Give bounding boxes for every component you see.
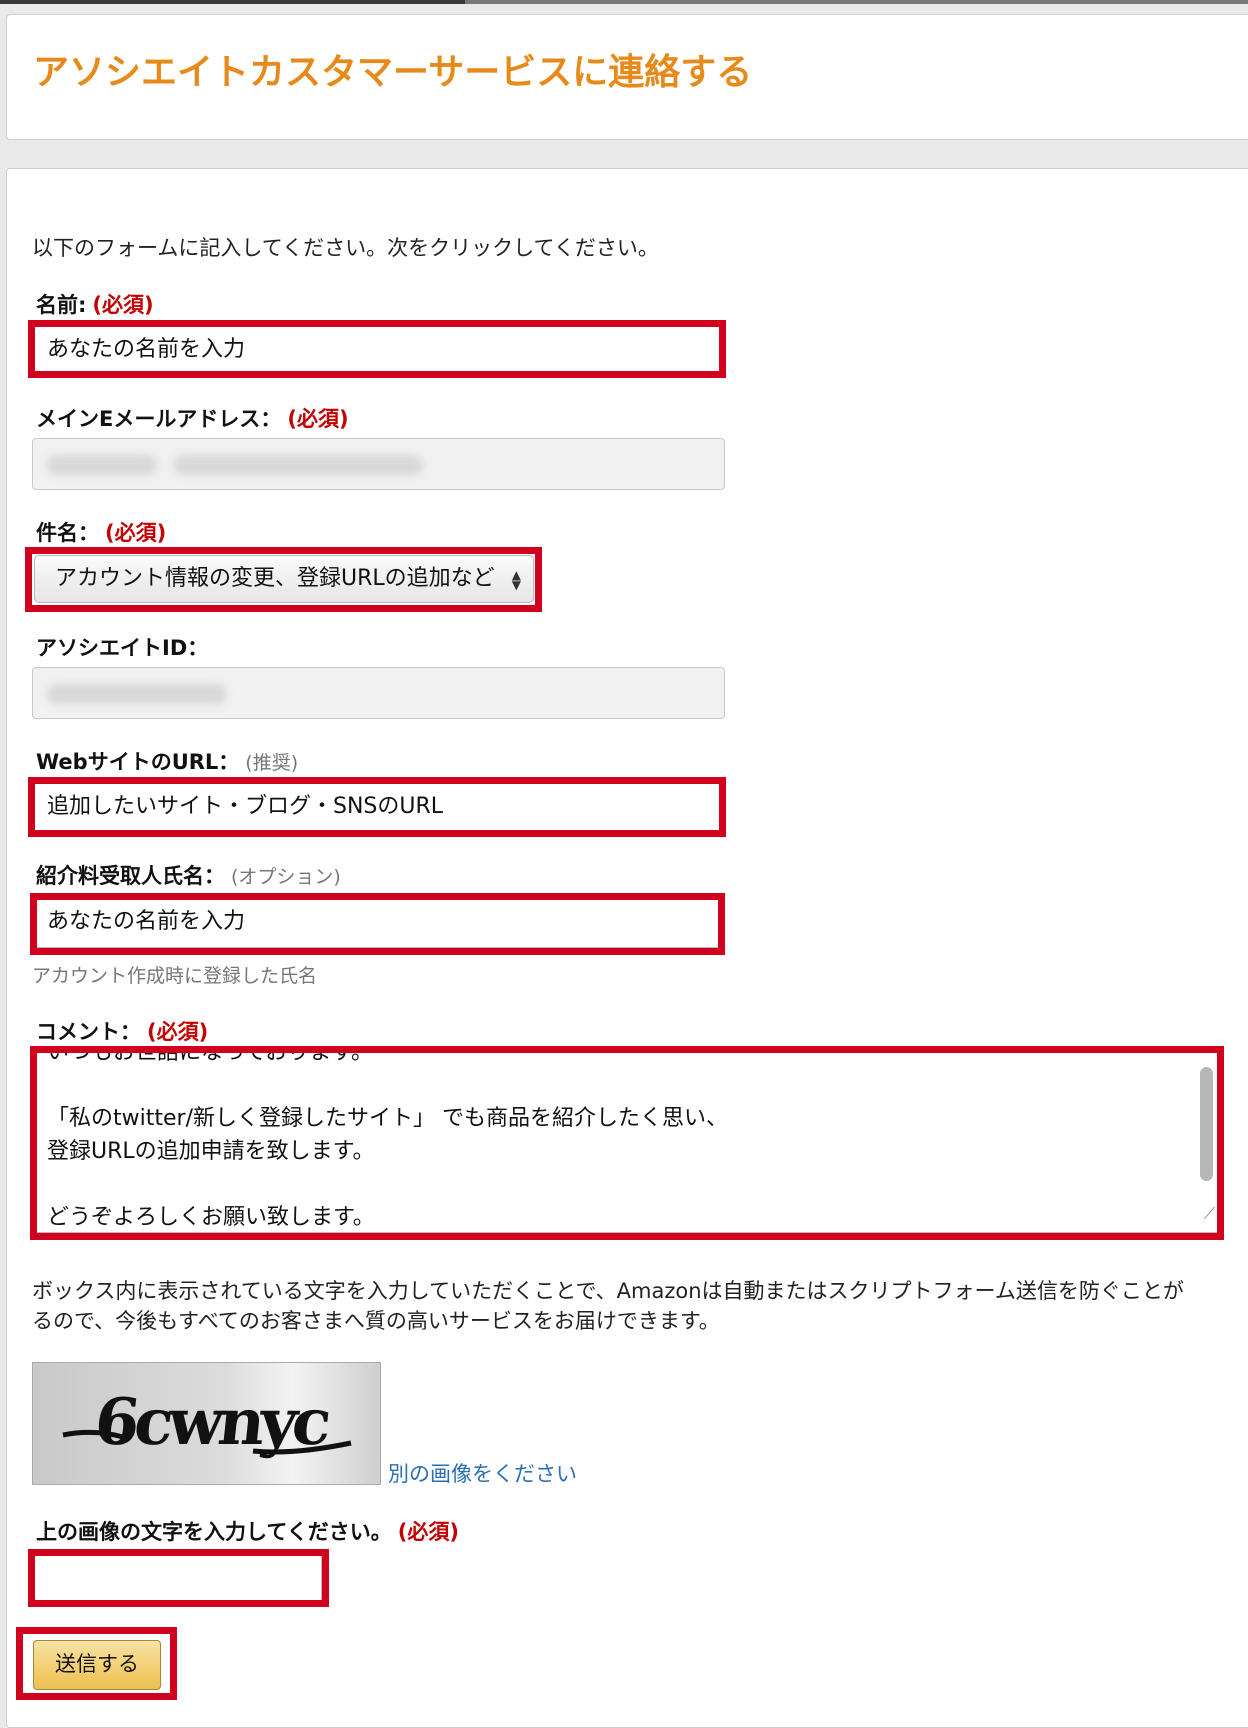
website-url-highlight xyxy=(28,777,726,837)
captcha-description-line1: ボックス内に表示されている文字を入力していただくことで、Amazonは自動または… xyxy=(32,1279,1184,1303)
email-required-mark: (必須) xyxy=(287,407,349,431)
name-required-mark: (必須) xyxy=(92,293,154,317)
payee-label: 紹介料受取人氏名： (オプション) xyxy=(36,860,341,890)
payee-name-highlight xyxy=(30,893,725,955)
website-recommended-note: (推奨) xyxy=(245,752,299,774)
captcha-text: 6cwnyc xyxy=(91,1385,331,1460)
payee-label-text: 紹介料受取人氏名： xyxy=(36,864,225,888)
captcha-input-label: 上の画像の文字を入力してください。 (必須) xyxy=(36,1516,459,1546)
captcha-required-mark: (必須) xyxy=(397,1520,459,1544)
captcha-input-label-text: 上の画像の文字を入力してください。 xyxy=(36,1520,392,1544)
website-label: WebサイトのURL： (推奨) xyxy=(36,746,298,776)
captcha-refresh-link[interactable]: 別の画像をください xyxy=(388,1458,577,1488)
subject-label-text: 件名： xyxy=(36,521,99,545)
redacted-blur xyxy=(173,455,423,475)
associate-id-input[interactable] xyxy=(32,667,725,719)
captcha-description-line2: るので、今後もすべてのお客さまへ質の高いサービスをお届けできます。 xyxy=(32,1309,720,1333)
website-label-text: WebサイトのURL： xyxy=(36,750,240,774)
email-input[interactable] xyxy=(32,438,725,490)
comment-label-text: コメント： xyxy=(36,1020,141,1044)
name-label: 名前: (必須) xyxy=(36,289,154,319)
page-title: アソシエイトカスタマーサービスに連絡する xyxy=(33,52,753,93)
subject-required-mark: (必須) xyxy=(105,521,167,545)
email-label-text: メインEメールアドレス： xyxy=(36,407,282,431)
name-input-highlight xyxy=(28,320,726,378)
browser-top-bar xyxy=(0,0,1248,4)
form-intro: 以下のフォームに記入してください。次をクリックしてください。 xyxy=(32,236,659,260)
browser-top-bar-segment xyxy=(465,0,1248,4)
redacted-blur xyxy=(47,684,227,704)
email-label: メインEメールアドレス： (必須) xyxy=(36,403,349,433)
redacted-blur xyxy=(47,455,157,475)
subject-label: 件名： (必須) xyxy=(36,517,166,547)
header-card: アソシエイトカスタマーサービスに連絡する xyxy=(6,14,1248,140)
comment-highlight xyxy=(30,1046,1224,1240)
captcha-image: 6cwnyc xyxy=(32,1362,381,1485)
comment-required-mark: (必須) xyxy=(147,1020,209,1044)
submit-button-highlight xyxy=(16,1627,177,1700)
name-label-text: 名前: xyxy=(36,293,87,317)
subject-select-highlight xyxy=(25,547,542,612)
comment-label: コメント： (必須) xyxy=(36,1016,208,1046)
payee-hint: アカウント作成時に登録した氏名 xyxy=(32,965,318,987)
captcha-input-highlight xyxy=(28,1549,329,1607)
payee-optional-note: (オプション) xyxy=(231,866,341,888)
associate-id-label: アソシエイトID： xyxy=(36,636,209,660)
